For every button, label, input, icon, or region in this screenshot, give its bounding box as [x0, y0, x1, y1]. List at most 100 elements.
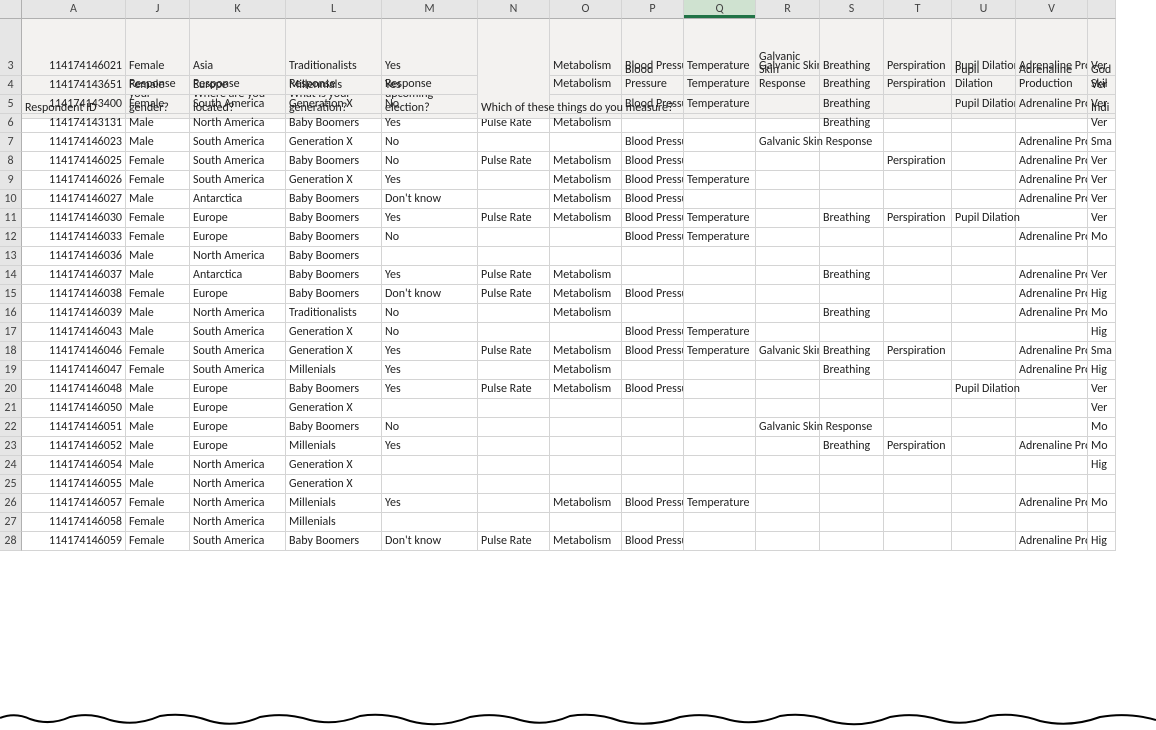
- cell[interactable]: [1016, 247, 1088, 266]
- cell[interactable]: South America: [190, 361, 286, 380]
- row-header[interactable]: 18: [0, 342, 22, 361]
- cell[interactable]: Breathing: [820, 342, 884, 361]
- cell[interactable]: Adrenaline Production: [1016, 171, 1088, 190]
- cell[interactable]: [684, 133, 756, 152]
- cell[interactable]: South America: [190, 323, 286, 342]
- cell[interactable]: No: [382, 418, 478, 437]
- cell[interactable]: Hig: [1088, 323, 1116, 342]
- cell[interactable]: Blood Pressure: [622, 209, 684, 228]
- cell[interactable]: [622, 304, 684, 323]
- cell[interactable]: Ver: [1088, 190, 1116, 209]
- cell[interactable]: [884, 304, 952, 323]
- cell[interactable]: [756, 76, 820, 95]
- cell[interactable]: Female: [126, 76, 190, 95]
- cell[interactable]: 114174143131: [22, 114, 126, 133]
- cell[interactable]: Adrenaline Production: [1016, 190, 1088, 209]
- cell[interactable]: Yes: [382, 437, 478, 456]
- cell[interactable]: Which of these things do you measure?: [478, 19, 550, 119]
- cell[interactable]: [1016, 456, 1088, 475]
- cell[interactable]: [478, 304, 550, 323]
- cell[interactable]: [622, 76, 684, 95]
- cell[interactable]: Baby Boomers: [286, 380, 382, 399]
- cell[interactable]: [1088, 247, 1116, 266]
- cell[interactable]: Female: [126, 171, 190, 190]
- cell[interactable]: Breathing: [820, 114, 884, 133]
- cell[interactable]: Female: [126, 228, 190, 247]
- row-header[interactable]: 10: [0, 190, 22, 209]
- cell[interactable]: [884, 456, 952, 475]
- cell[interactable]: Yes: [382, 76, 478, 95]
- cell[interactable]: Yes: [382, 209, 478, 228]
- row-header[interactable]: 19: [0, 361, 22, 380]
- cell[interactable]: [550, 513, 622, 532]
- cell[interactable]: Adrenaline Production: [1016, 95, 1088, 114]
- cell[interactable]: [820, 380, 884, 399]
- cell[interactable]: Blood Pressure: [622, 57, 684, 76]
- cell[interactable]: 114174146021: [22, 57, 126, 76]
- row-header[interactable]: 27: [0, 513, 22, 532]
- cell[interactable]: Traditionalists: [286, 304, 382, 323]
- row-header[interactable]: 22: [0, 418, 22, 437]
- cell[interactable]: Blood Pressure: [622, 152, 684, 171]
- cell[interactable]: Temperature: [684, 342, 756, 361]
- cell[interactable]: Millenials: [286, 494, 382, 513]
- column-header[interactable]: T: [884, 0, 952, 19]
- cell[interactable]: [550, 437, 622, 456]
- row-header[interactable]: 9: [0, 171, 22, 190]
- cell[interactable]: North America: [190, 494, 286, 513]
- cell[interactable]: 114174146046: [22, 342, 126, 361]
- cell[interactable]: [884, 380, 952, 399]
- cell[interactable]: [756, 380, 820, 399]
- cell[interactable]: [756, 494, 820, 513]
- cell[interactable]: Mo: [1088, 304, 1116, 323]
- cell[interactable]: [622, 266, 684, 285]
- cell[interactable]: [756, 114, 820, 133]
- cell[interactable]: [478, 494, 550, 513]
- cell[interactable]: Galvanic Skin Response: [756, 133, 820, 152]
- cell[interactable]: [684, 532, 756, 551]
- cell[interactable]: No: [382, 133, 478, 152]
- cell[interactable]: [684, 152, 756, 171]
- cell[interactable]: Yes: [382, 266, 478, 285]
- cell[interactable]: North America: [190, 513, 286, 532]
- cell[interactable]: Perspiration: [884, 152, 952, 171]
- row-header[interactable]: 13: [0, 247, 22, 266]
- cell[interactable]: [884, 494, 952, 513]
- cell[interactable]: [756, 95, 820, 114]
- cell[interactable]: South America: [190, 152, 286, 171]
- cell[interactable]: Don't know: [382, 190, 478, 209]
- cell[interactable]: Yes: [382, 361, 478, 380]
- cell[interactable]: Mo: [1088, 494, 1116, 513]
- cell[interactable]: [756, 209, 820, 228]
- cell[interactable]: Generation X: [286, 133, 382, 152]
- cell[interactable]: Mo: [1088, 418, 1116, 437]
- cell[interactable]: [756, 475, 820, 494]
- column-header[interactable]: R: [756, 0, 820, 19]
- cell[interactable]: [478, 437, 550, 456]
- cell[interactable]: Generation X: [286, 475, 382, 494]
- row-header[interactable]: 17: [0, 323, 22, 342]
- cell[interactable]: [550, 76, 622, 95]
- cell[interactable]: [1016, 399, 1088, 418]
- cell[interactable]: Adrenaline Production: [1016, 304, 1088, 323]
- column-header[interactable]: P: [622, 0, 684, 19]
- cell[interactable]: [952, 266, 1016, 285]
- cell[interactable]: [952, 133, 1016, 152]
- cell[interactable]: Blood Pressure: [622, 285, 684, 304]
- cell[interactable]: [884, 513, 952, 532]
- cell[interactable]: Europe: [190, 228, 286, 247]
- cell[interactable]: [1016, 475, 1088, 494]
- cell[interactable]: Generation X: [286, 342, 382, 361]
- cell[interactable]: [884, 475, 952, 494]
- cell[interactable]: Metabolism: [550, 304, 622, 323]
- cell[interactable]: Blood Pressure: [622, 323, 684, 342]
- cell[interactable]: Male: [126, 399, 190, 418]
- cell[interactable]: No: [382, 152, 478, 171]
- cell[interactable]: 114174146051: [22, 418, 126, 437]
- cell[interactable]: [884, 266, 952, 285]
- cell[interactable]: [622, 437, 684, 456]
- cell[interactable]: [884, 532, 952, 551]
- cell[interactable]: Pupil Dilation: [952, 95, 1016, 114]
- cell[interactable]: Europe: [190, 418, 286, 437]
- column-header[interactable]: K: [190, 0, 286, 19]
